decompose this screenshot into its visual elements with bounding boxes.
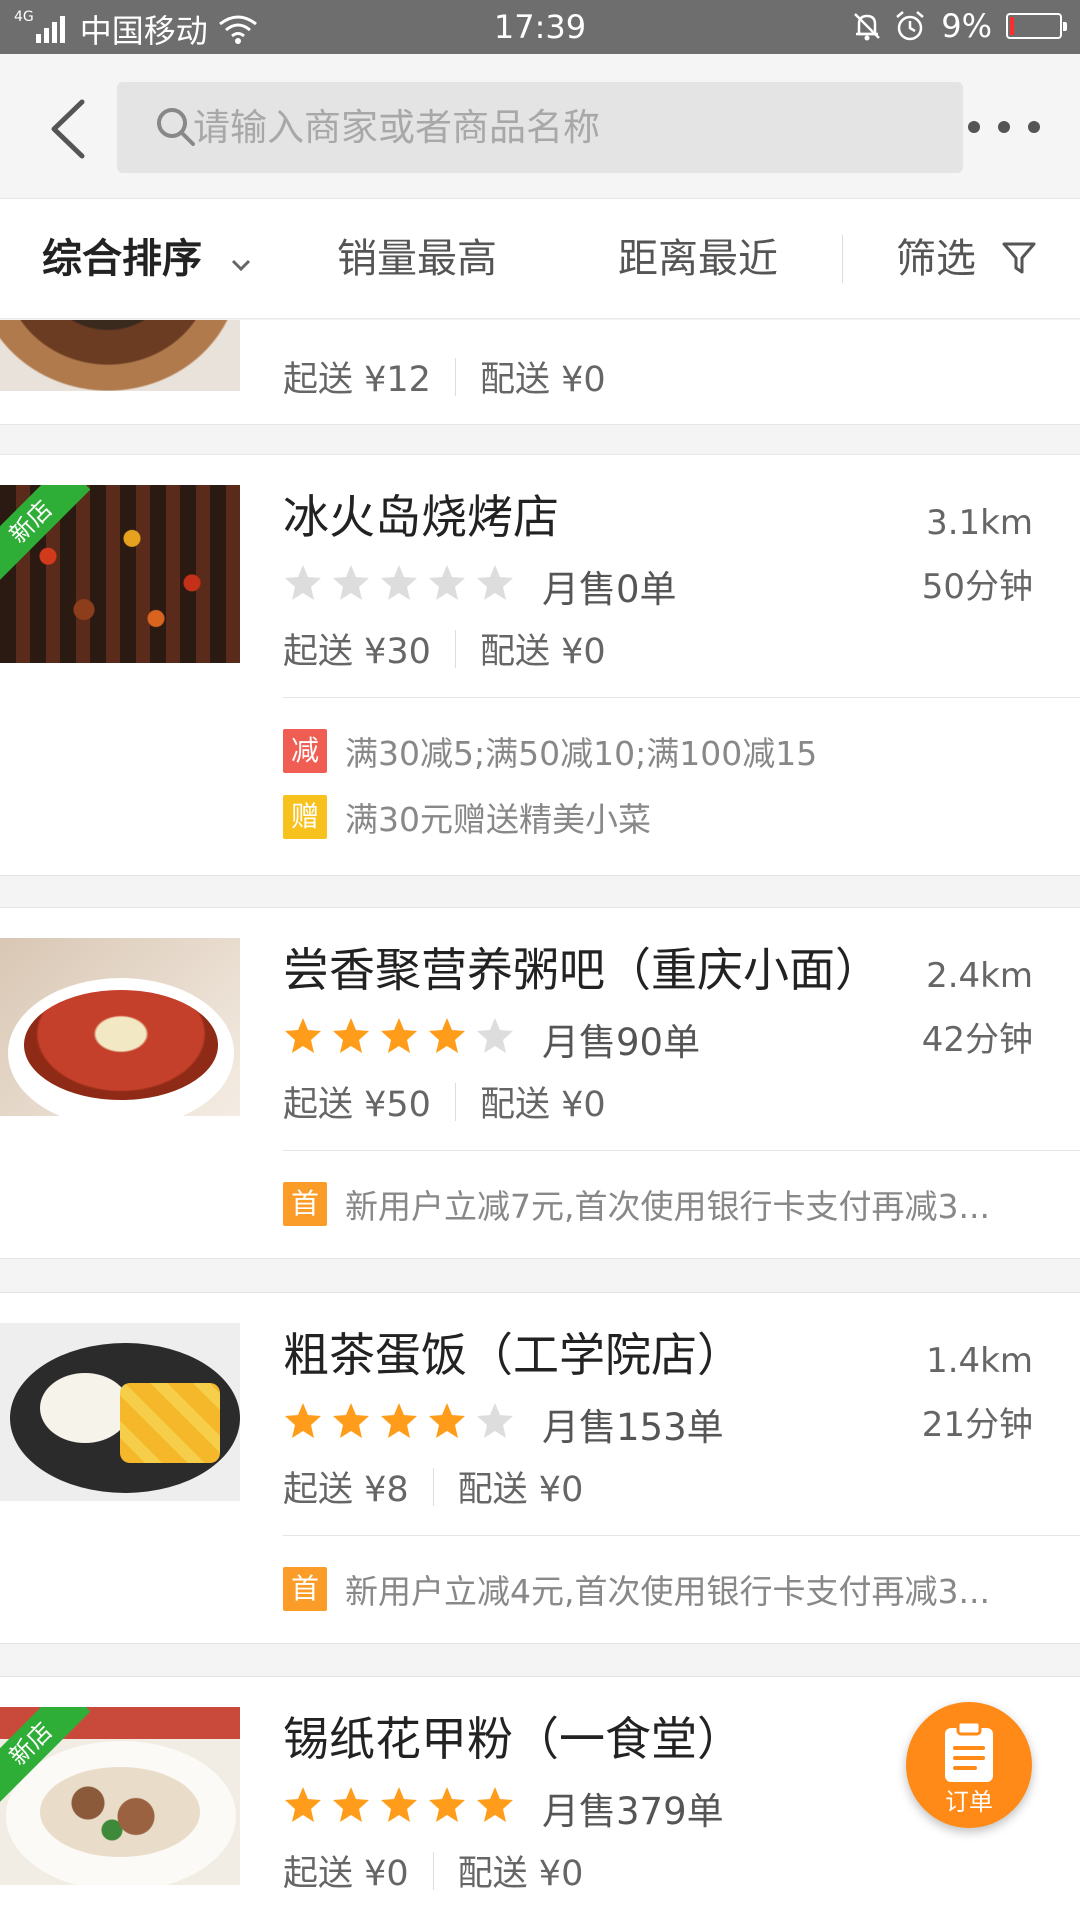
orders-label: 订单	[945, 1788, 993, 1816]
store-card[interactable]: 粗茶蛋饭（工学院店） 1.4km 月售153单 21分钟 起送 ¥8 配送 ¥0…	[0, 1292, 1080, 1644]
star-filled-icon	[285, 1018, 321, 1053]
tab-label: 筛选	[896, 236, 976, 282]
store-name: 尝香聚营养粥吧（重庆小面）	[283, 943, 881, 997]
promo-item: 减 满30减5;满50减10;满100减15	[283, 727, 817, 775]
sort-filter-bar: 综合排序 销量最高 距离最近 筛选	[0, 199, 1080, 319]
store-name: 锡纸花甲粉（一食堂）	[283, 1712, 743, 1766]
star-empty-icon	[333, 565, 369, 600]
bell-off-icon	[854, 13, 881, 41]
promo-item: 首 新用户立减7元,首次使用银行卡支付再减3...	[283, 1180, 990, 1228]
rating-stars	[283, 1016, 523, 1056]
battery-icon	[1006, 13, 1067, 39]
search-input[interactable]	[193, 82, 933, 173]
battery-percent: 9%	[941, 7, 992, 45]
promo-item: 首 新用户立减4元,首次使用银行卡支付再减3...	[283, 1565, 990, 1613]
star-filled-icon	[333, 1787, 369, 1822]
delivery-time: 21分钟	[921, 1405, 1033, 1445]
first-order-badge: 首	[283, 1567, 327, 1611]
filter-icon	[1002, 242, 1036, 274]
store-distance: 2.4km	[926, 956, 1033, 996]
store-name: 冰火岛烧烤店	[283, 490, 559, 544]
min-order: 起送 ¥30	[283, 632, 431, 672]
star-filled-icon	[285, 1403, 321, 1438]
delivery-fee: 配送 ¥0	[479, 360, 606, 400]
star-empty-icon	[285, 565, 321, 600]
monthly-sales: 月售379单	[542, 1790, 724, 1833]
delivery-fee: 配送 ¥0	[479, 1085, 606, 1125]
min-order: 起送 ¥12	[283, 360, 431, 400]
star-empty-icon	[381, 565, 417, 600]
more-options-icon[interactable]	[968, 112, 1040, 142]
rating-stars	[283, 563, 523, 603]
store-card[interactable]: 起送 ¥12 配送 ¥0	[0, 320, 1080, 425]
star-filled-icon	[333, 1018, 369, 1053]
orders-button[interactable]: 订单	[906, 1702, 1032, 1828]
chevron-down-icon	[231, 259, 250, 272]
store-distance: 1.4km	[926, 1341, 1033, 1381]
star-empty-icon	[477, 1403, 513, 1438]
header-bar	[0, 54, 1080, 199]
star-empty-icon	[429, 565, 465, 600]
delivery-fee: 配送 ¥0	[479, 632, 606, 672]
tab-label: 综合排序	[42, 236, 202, 282]
store-distance: 3.1km	[926, 503, 1033, 543]
star-empty-icon	[477, 1018, 513, 1053]
store-image: 新店	[0, 1707, 240, 1885]
store-image	[0, 1323, 240, 1501]
rating-stars	[283, 1785, 523, 1825]
star-filled-icon	[429, 1403, 465, 1438]
alarm-icon	[896, 11, 925, 41]
min-order: 起送 ¥8	[283, 1470, 409, 1510]
promo-item: 赠 满30元赠送精美小菜	[283, 793, 651, 841]
clipboard-icon	[945, 1720, 993, 1782]
delivery-time: 50分钟	[921, 567, 1033, 607]
star-filled-icon	[285, 1787, 321, 1822]
tab-filter[interactable]: 筛选	[896, 199, 1037, 319]
tab-comprehensive-sort[interactable]: 综合排序	[42, 199, 252, 319]
star-filled-icon	[477, 1787, 513, 1822]
monthly-sales: 月售153单	[542, 1406, 724, 1449]
promo-text: 新用户立减4元,首次使用银行卡支付再减3...	[345, 1572, 990, 1611]
store-name: 粗茶蛋饭（工学院店）	[283, 1328, 743, 1382]
monthly-sales: 月售90单	[542, 1021, 701, 1064]
search-box[interactable]	[117, 82, 963, 173]
star-filled-icon	[381, 1787, 417, 1822]
promo-text: 满30元赠送精美小菜	[345, 800, 651, 839]
delivery-fee: 配送 ¥0	[457, 1470, 584, 1510]
monthly-sales: 月售0单	[542, 568, 677, 611]
min-order: 起送 ¥50	[283, 1085, 431, 1125]
search-icon	[157, 108, 195, 146]
min-order: 起送 ¥0	[283, 1854, 409, 1894]
store-card[interactable]: 尝香聚营养粥吧（重庆小面） 2.4km 月售90单 42分钟 起送 ¥50 配送…	[0, 907, 1080, 1259]
store-card[interactable]: 新店 冰火岛烧烤店 3.1km 月售0单 50分钟 起送 ¥30 配送 ¥0 减…	[0, 454, 1080, 876]
store-image	[0, 320, 240, 391]
star-filled-icon	[429, 1787, 465, 1822]
gift-badge: 赠	[283, 795, 327, 839]
delivery-fee: 配送 ¥0	[457, 1854, 584, 1894]
star-filled-icon	[333, 1403, 369, 1438]
back-icon[interactable]	[44, 94, 94, 164]
first-order-badge: 首	[283, 1182, 327, 1226]
tab-top-sales[interactable]: 销量最高	[337, 199, 497, 319]
delivery-time: 42分钟	[921, 1020, 1033, 1060]
tab-divider	[842, 235, 843, 283]
store-image: 新店	[0, 485, 240, 663]
star-empty-icon	[477, 565, 513, 600]
promo-text: 满30减5;满50减10;满100减15	[345, 734, 818, 773]
status-bar: 4G 中国移动 17:39 9%	[0, 0, 1080, 54]
star-filled-icon	[381, 1018, 417, 1053]
tab-nearest[interactable]: 距离最近	[618, 199, 778, 319]
store-image	[0, 938, 240, 1116]
star-filled-icon	[381, 1403, 417, 1438]
star-filled-icon	[429, 1018, 465, 1053]
rating-stars	[283, 1401, 523, 1441]
discount-badge: 减	[283, 729, 327, 773]
promo-text: 新用户立减7元,首次使用银行卡支付再减3...	[345, 1187, 990, 1226]
store-list[interactable]: 起送 ¥12 配送 ¥0 新店 冰火岛烧烤店 3.1km 月售0单 50分钟 起…	[0, 320, 1080, 1920]
